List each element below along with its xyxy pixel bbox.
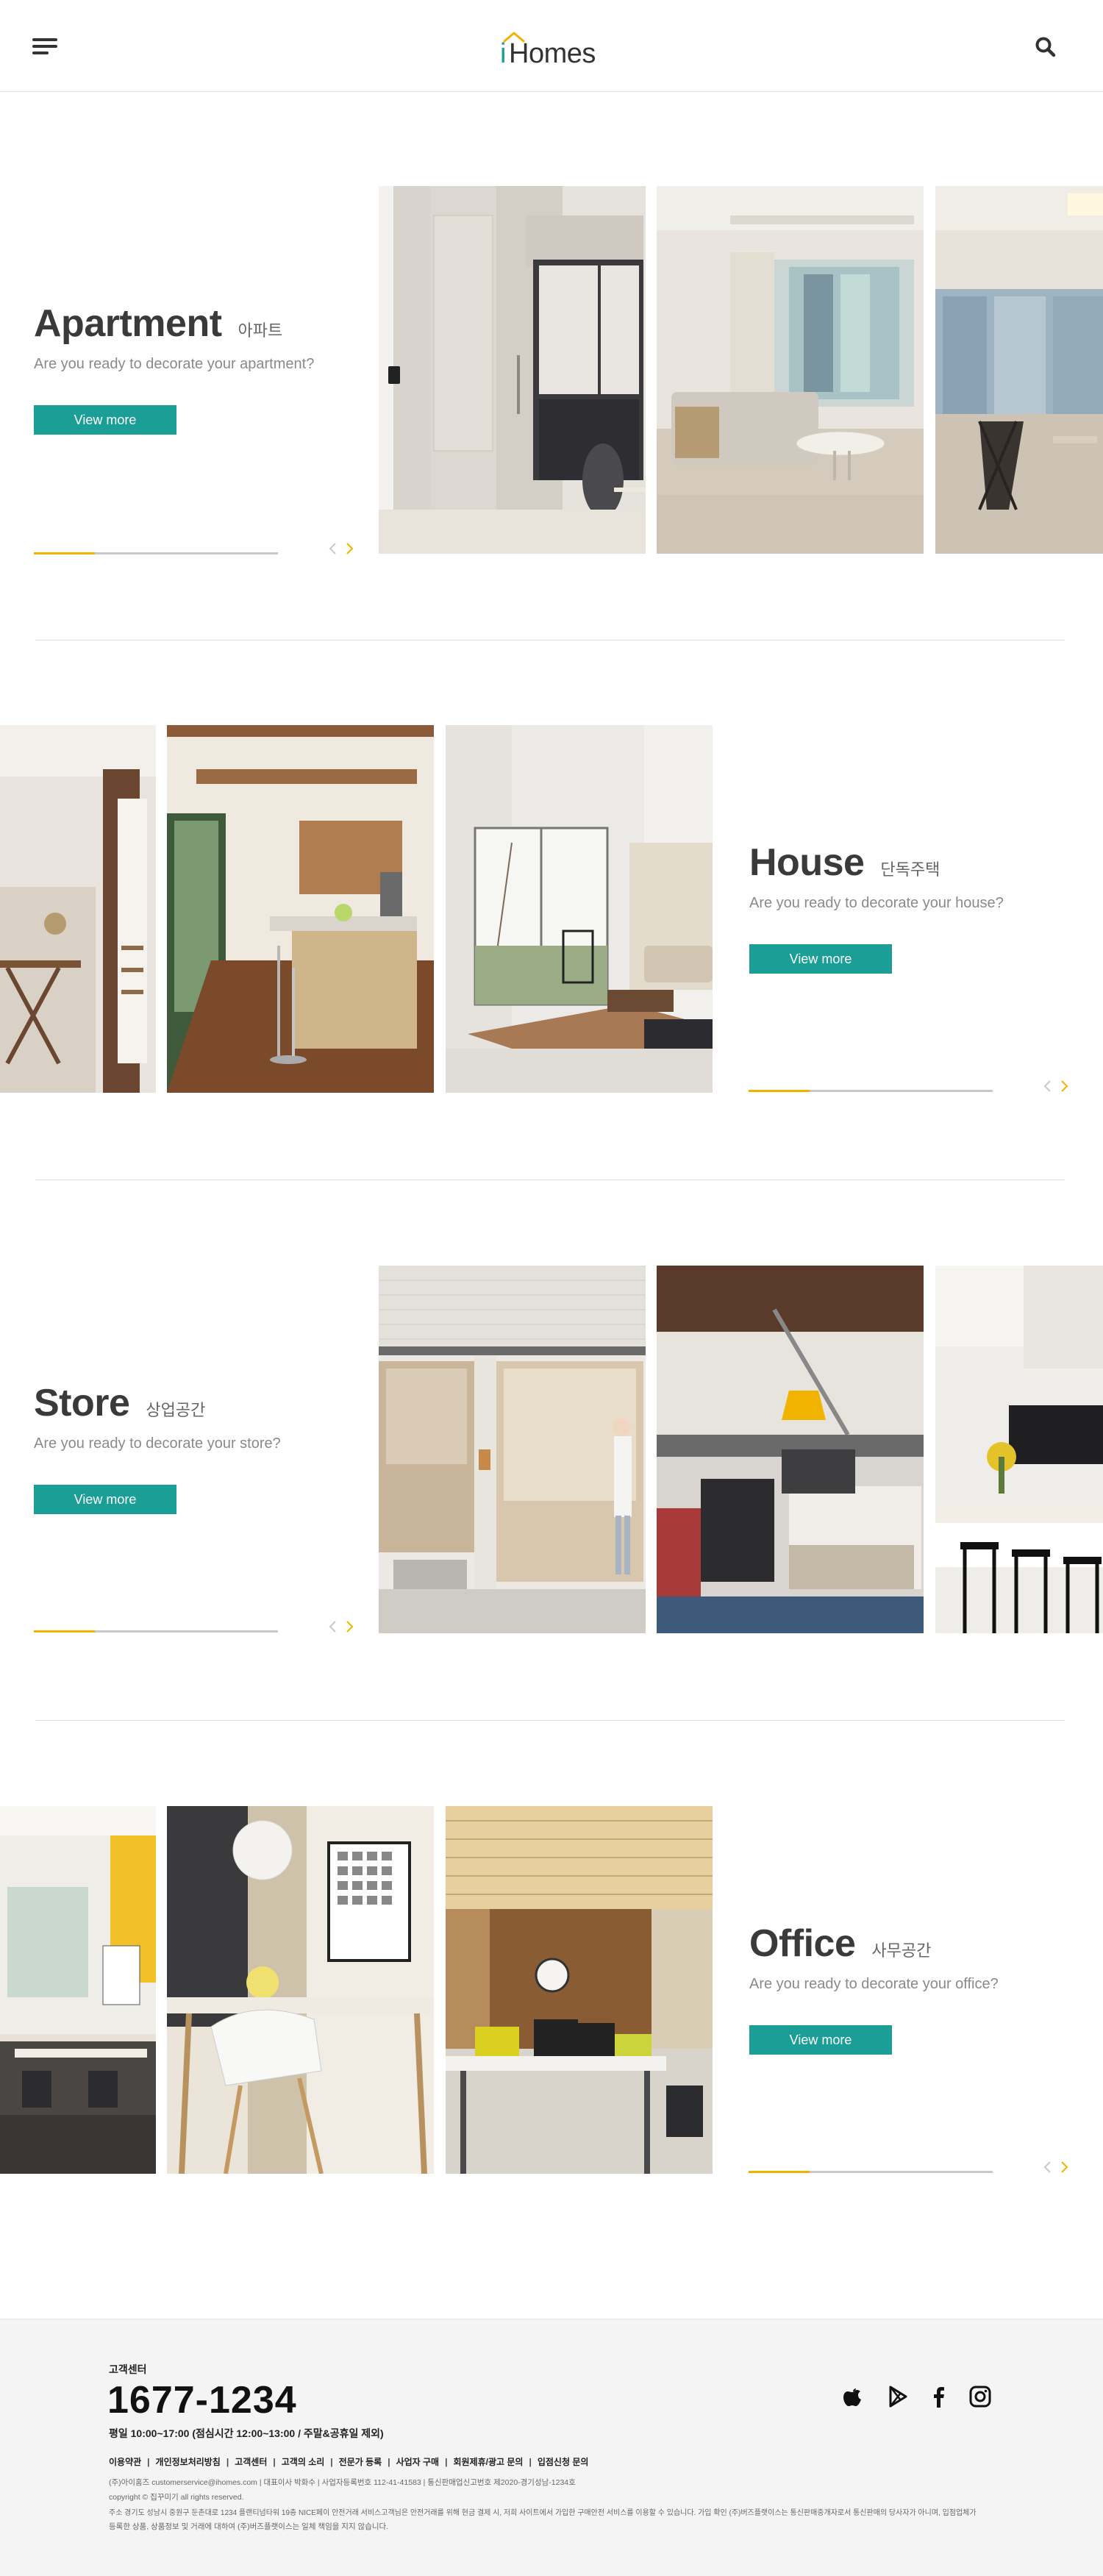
store-photo-3[interactable]: [935, 1266, 1103, 1633]
section-store: Store 상업공간 Are you ready to decorate your…: [0, 1266, 1103, 1637]
slider-arrows: [1041, 2159, 1071, 2175]
section-description: Are you ready to decorate your house?: [749, 895, 1004, 911]
section-description: Are you ready to decorate your office?: [749, 1976, 999, 1992]
chevron-left-icon[interactable]: [326, 1619, 340, 1635]
customer-center-hours: 평일 10:00~17:00 (점심시간 12:00~13:00 / 주말&공휴…: [109, 2427, 384, 2439]
store-photo-2[interactable]: [657, 1266, 924, 1633]
slider-progress: [34, 552, 278, 554]
view-more-button[interactable]: View more: [34, 405, 176, 435]
section-subtitle: 단독주택: [880, 860, 940, 879]
footer-link-separator: |: [147, 2457, 150, 2467]
footer-link-customer-center[interactable]: 고객센터: [235, 2457, 267, 2467]
section-house: House 단독주택 Are you ready to decorate your…: [0, 725, 1103, 1096]
view-more-button[interactable]: View more: [749, 2025, 892, 2055]
footer-link-separator: |: [226, 2457, 229, 2467]
footer-link-separator: |: [330, 2457, 333, 2467]
store-text: Store 상업공간 Are you ready to decorate your…: [34, 1381, 281, 1514]
company-info: (주)아이홈즈 customerservice@ihomes.com | 대표이…: [109, 2478, 576, 2487]
house-photo-2[interactable]: [167, 725, 434, 1093]
section-subtitle: 사무공간: [871, 1941, 932, 1960]
customer-center-phone[interactable]: 1677-1234: [107, 2378, 297, 2422]
customer-center-label: 고객센터: [109, 2363, 147, 2375]
slider-arrows: [326, 1619, 356, 1635]
office-photo-1[interactable]: [0, 1806, 156, 2174]
apartment-text: Apartment 아파트 Are you ready to decorate y…: [34, 302, 314, 435]
slider-progress: [749, 2171, 993, 2173]
house-photo-1[interactable]: [0, 725, 156, 1093]
section-title: Store: [34, 1382, 130, 1424]
footer-link-partnership[interactable]: 회원제휴/광고 문의: [453, 2457, 523, 2467]
office-photo-3[interactable]: [446, 1806, 713, 2174]
section-divider: [35, 1720, 1065, 1721]
section-divider: [35, 640, 1065, 641]
chevron-left-icon[interactable]: [326, 540, 340, 557]
section-title: Office: [749, 1922, 856, 1965]
slider-arrows: [326, 540, 356, 557]
slider-progress-fill: [749, 1090, 810, 1092]
section-apartment: Apartment 아파트 Are you ready to decorate y…: [0, 186, 1103, 557]
chevron-left-icon[interactable]: [1041, 1078, 1054, 1094]
apartment-photo-2[interactable]: [657, 186, 924, 554]
footer-link-feedback[interactable]: 고객의 소리: [282, 2457, 325, 2467]
section-title: House: [749, 841, 865, 884]
search-icon[interactable]: [1034, 35, 1057, 59]
footer-link-separator: |: [388, 2457, 390, 2467]
office-photo-2[interactable]: [167, 1806, 434, 2174]
slider-progress-fill: [34, 1630, 95, 1633]
section-subtitle: 아파트: [238, 321, 283, 340]
site-header: i Homes: [0, 0, 1103, 92]
house-photo-3[interactable]: [446, 725, 713, 1093]
chevron-left-icon[interactable]: [1041, 2159, 1054, 2175]
slider-progress: [34, 1630, 278, 1633]
section-title: Apartment: [34, 302, 222, 345]
footer-link-terms[interactable]: 이용약관: [109, 2457, 141, 2467]
office-text: Office 사무공간 Are you ready to decorate you…: [749, 1922, 999, 2055]
footer-link-separator: |: [273, 2457, 276, 2467]
apple-icon[interactable]: [840, 2384, 865, 2409]
footer-link-separator: |: [445, 2457, 448, 2467]
site-logo[interactable]: i Homes: [493, 28, 618, 69]
legal-notice-1: 주소 경기도 성남시 중원구 둔촌대로 1234 플랜티넘타워 19층 NICE…: [109, 2509, 977, 2517]
footer-link-privacy[interactable]: 개인정보처리방침: [156, 2457, 221, 2467]
section-office: Office 사무공간 Are you ready to decorate you…: [0, 1806, 1103, 2177]
slider-progress-fill: [749, 2171, 810, 2173]
instagram-icon[interactable]: [968, 2384, 993, 2409]
site-footer: 고객센터 1677-1234 평일 10:00~17:00 (점심시간 12:0…: [0, 2319, 1103, 2576]
footer-link-separator: |: [529, 2457, 532, 2467]
legal-notice-2: 등록한 상품, 상품정보 및 거래에 대하여 (주)버즈플랫이스는 일체 책임을…: [109, 2522, 389, 2531]
apartment-photo-3[interactable]: [935, 186, 1103, 554]
footer-link-business-purchase[interactable]: 사업자 구매: [396, 2457, 440, 2467]
logo-i: i: [500, 38, 507, 69]
facebook-icon[interactable]: [927, 2384, 952, 2409]
store-photo-1[interactable]: [379, 1266, 646, 1633]
footer-link-expert-register[interactable]: 전문가 등록: [339, 2457, 382, 2467]
chevron-right-icon[interactable]: [1057, 1078, 1071, 1094]
chevron-right-icon[interactable]: [1057, 2159, 1071, 2175]
section-description: Are you ready to decorate your apartment…: [34, 356, 315, 372]
view-more-button[interactable]: View more: [749, 944, 892, 974]
footer-links: 이용약관 | 개인정보처리방침 | 고객센터 | 고객의 소리 | 전문가 등록 | 사업자 구매 |…: [109, 2455, 588, 2468]
copyright: copyright © 집꾸미기 all rights reserved.: [109, 2493, 244, 2502]
apartment-photo-1[interactable]: [379, 186, 646, 554]
slider-progress: [749, 1090, 993, 1092]
house-text: House 단독주택 Are you ready to decorate your…: [749, 841, 1004, 974]
chevron-right-icon[interactable]: [343, 1619, 356, 1635]
section-description: Are you ready to decorate your store?: [34, 1435, 281, 1452]
logo-text: Homes: [509, 38, 596, 69]
slider-progress-fill: [34, 552, 95, 554]
slider-arrows: [1041, 1078, 1071, 1094]
google-play-icon[interactable]: [885, 2384, 910, 2409]
footer-link-store-apply[interactable]: 입점신청 문의: [538, 2457, 589, 2467]
chevron-right-icon[interactable]: [343, 540, 356, 557]
section-subtitle: 상업공간: [146, 1401, 206, 1419]
menu-icon[interactable]: [32, 38, 57, 54]
view-more-button[interactable]: View more: [34, 1485, 176, 1514]
